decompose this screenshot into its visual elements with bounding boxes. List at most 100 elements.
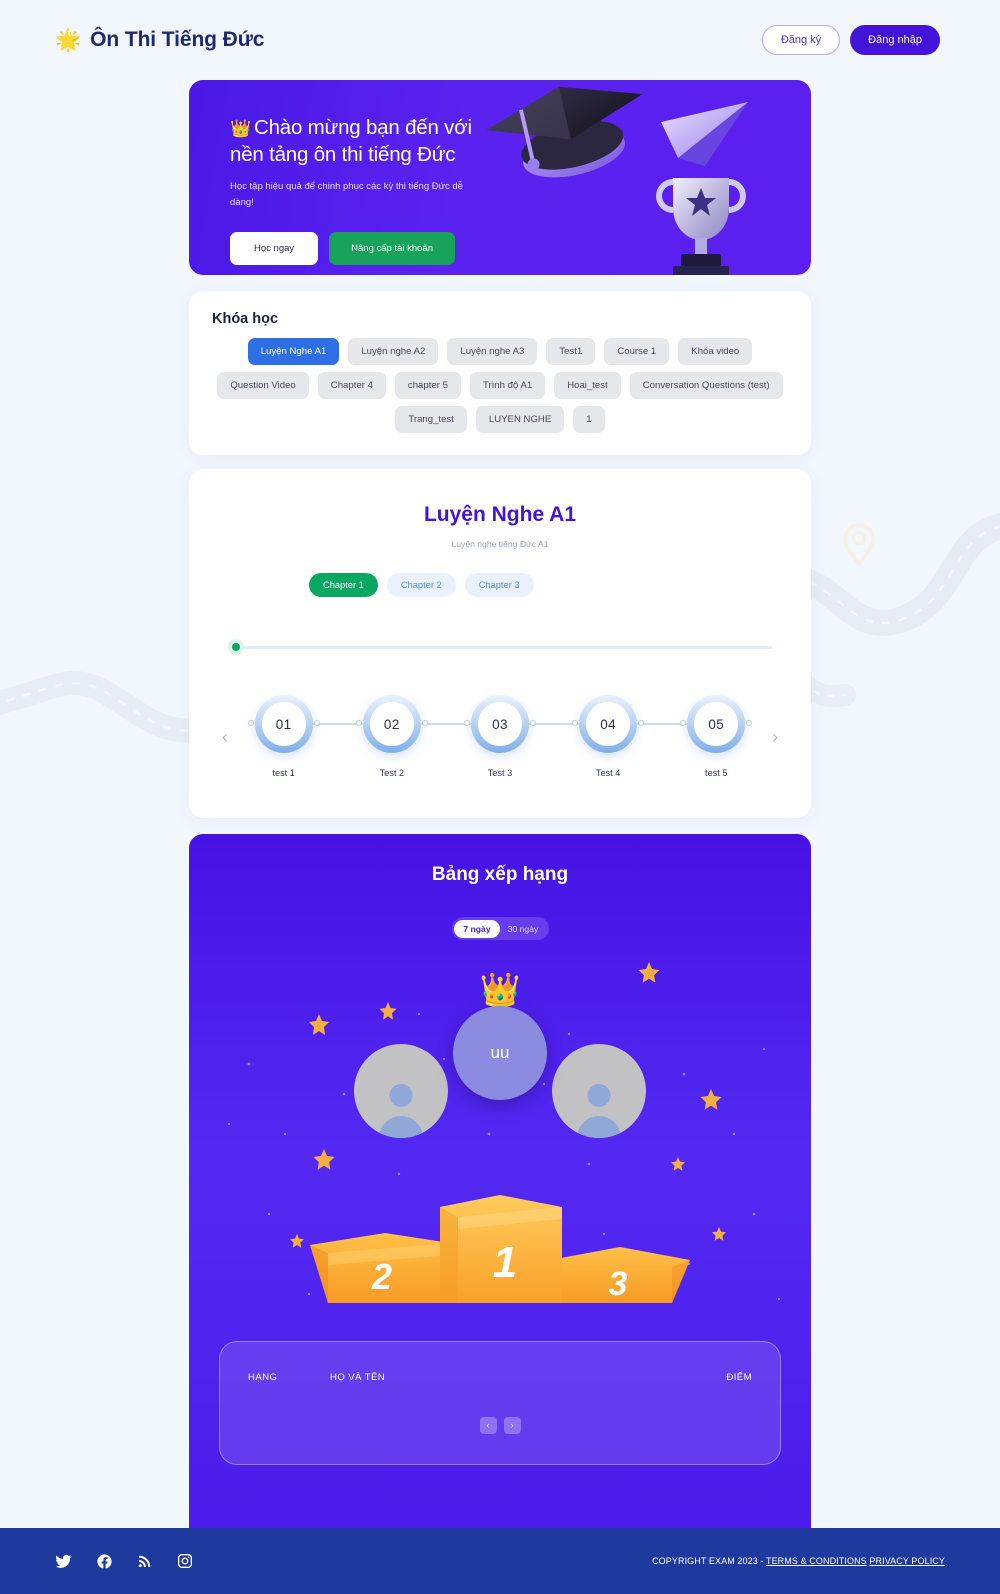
connector-dot — [680, 720, 687, 726]
test-item[interactable]: 01 test 1 — [232, 695, 388, 778]
connector-dot — [746, 720, 753, 726]
course-chip[interactable]: Course 1 — [604, 338, 670, 365]
course-chip[interactable]: Test1 — [546, 338, 596, 365]
chapter-tab[interactable]: Chapter 1 — [309, 573, 378, 597]
chevron-left-icon[interactable]: ‹ — [218, 727, 232, 747]
avatar-third-place[interactable] — [552, 1044, 646, 1138]
time-range-toggle[interactable]: 7 ngày 30 ngày — [451, 917, 549, 940]
leaderboard-section: Bảng xếp hạng 7 ngày 30 ngày 👑 uu 2 3 1 … — [189, 834, 811, 1542]
course-chip[interactable]: Trình độ A1 — [469, 372, 546, 399]
podium-blocks: 2 3 1 — [189, 1185, 811, 1305]
courses-card: Khóa học Luyện Nghe A1 Luyện nghe A2 Luyện… — [189, 291, 811, 455]
hero-title-line2: nền tảng ôn thi tiếng Đức — [230, 143, 456, 167]
connector-dot — [421, 720, 428, 726]
podium-avatars: 👑 uu — [189, 973, 811, 1173]
course-chip[interactable]: Luyện nghe A3 — [447, 338, 538, 365]
progress-handle[interactable] — [228, 639, 244, 655]
course-chip[interactable]: chapter 5 — [394, 372, 461, 399]
hero-title: 👑 Chào mừng bạn đến với nền tảng ôn thi t… — [230, 114, 519, 168]
study-now-button[interactable]: Học ngay — [230, 232, 319, 266]
test-number-badge[interactable]: 04 — [579, 695, 637, 753]
map-pin-icon — [843, 523, 875, 565]
course-detail-title: Luyện Nghe A1 — [423, 503, 577, 526]
twitter-icon[interactable] — [55, 1553, 72, 1570]
test-item[interactable]: 02 Test 2 — [340, 695, 496, 778]
test-label: test 5 — [705, 768, 728, 778]
paper-plane — [661, 102, 748, 166]
pagination-prev-button[interactable]: ‹ — [479, 1417, 497, 1434]
connector-dot — [355, 720, 362, 726]
crown-icon: 👑 — [479, 971, 521, 1008]
course-chip[interactable]: Luyện nghe A2 — [348, 338, 439, 365]
privacy-link[interactable]: PRIVACY POLICY — [869, 1556, 945, 1566]
course-chip[interactable]: Conversation Questions (test) — [629, 372, 783, 399]
trophy — [656, 178, 746, 275]
progress-track — [238, 646, 772, 649]
tests-carousel: ‹ 01 test 1 02 Test 2 03 Test 3 04 Test 4 05 test… — [214, 695, 786, 778]
connector-dot — [572, 720, 579, 726]
test-number-badge[interactable]: 03 — [471, 695, 529, 753]
person-placeholder-icon — [373, 1082, 429, 1138]
course-chip[interactable]: Khóa video — [678, 338, 753, 365]
leaderboard-content: Bảng xếp hạng 7 ngày 30 ngày 👑 uu 2 3 1 … — [189, 834, 811, 1465]
test-number-badge[interactable]: 02 — [363, 695, 421, 753]
course-chip[interactable]: Question Video — [217, 372, 309, 399]
hero-content: 👑 Chào mừng bạn đến với nền tảng ôn thi t… — [189, 80, 519, 266]
chevron-right-icon[interactable]: › — [768, 727, 782, 747]
course-chip[interactable]: Hoai_test — [554, 372, 621, 399]
star-badge-icon: 🌟 — [55, 28, 82, 52]
hero-illustration — [486, 86, 748, 275]
avatar-first-place[interactable]: uu — [453, 1006, 547, 1100]
footer-copyright: COPYRIGHT EXAM 2023 - TERMS & CONDITIONS… — [652, 1556, 945, 1566]
instagram-icon[interactable] — [177, 1553, 193, 1569]
register-button[interactable]: Đăng ký — [761, 25, 841, 55]
column-header-name: HỌ VÀ TÊN — [330, 1372, 386, 1383]
progress-bar[interactable] — [228, 639, 772, 655]
page-root: 🌟 Ôn Thi Tiếng Đức Đăng ký Đăng nhập 👑 C… — [0, 0, 1000, 1594]
test-label: Test 3 — [487, 768, 513, 778]
test-number-badge[interactable]: 01 — [255, 695, 313, 753]
hero-title-line1: Chào mừng bạn đến với — [253, 116, 472, 139]
test-number-badge[interactable]: 05 — [687, 695, 745, 753]
site-footer: COPYRIGHT EXAM 2023 - TERMS & CONDITIONS… — [0, 1528, 1000, 1594]
course-chip[interactable]: Luyện Nghe A1 — [247, 338, 340, 365]
course-chip[interactable]: LUYEN NGHE — [475, 406, 565, 433]
pagination-next-button[interactable]: › — [503, 1417, 521, 1434]
login-button[interactable]: Đăng nhập — [850, 25, 940, 55]
course-detail-subtitle: Luyện nghe tiếng Đức A1 — [451, 539, 549, 549]
svg-text:1: 1 — [493, 1238, 517, 1287]
copyright-text: COPYRIGHT EXAM 2023 - — [652, 1556, 764, 1566]
connector-dot — [529, 720, 536, 726]
svg-text:2: 2 — [371, 1256, 392, 1297]
main-container: 👑 Chào mừng bạn đến với nền tảng ôn thi t… — [189, 80, 811, 1542]
leaderboard-title: Bảng xếp hạng — [431, 864, 569, 885]
header-actions: Đăng ký Đăng nhập — [761, 25, 940, 55]
column-header-score: ĐIỂM — [726, 1372, 752, 1383]
connector-dot — [313, 720, 320, 726]
hero-subtitle: Học tập hiệu quả để chinh phục các kỳ th… — [230, 181, 463, 208]
course-chip[interactable]: Trang_test — [395, 406, 467, 433]
brand-logo-group[interactable]: 🌟 Ôn Thi Tiếng Đức — [55, 28, 264, 52]
rss-icon[interactable] — [137, 1553, 153, 1569]
time-range-option[interactable]: 30 ngày — [500, 920, 546, 938]
avatar-second-place[interactable] — [354, 1044, 448, 1138]
brand-title: Ôn Thi Tiếng Đức — [90, 28, 265, 51]
social-links — [55, 1553, 193, 1570]
test-item[interactable]: 04 Test 4 — [556, 695, 713, 778]
facebook-icon[interactable] — [96, 1553, 113, 1570]
time-range-option[interactable]: 7 ngày — [454, 919, 500, 938]
chapter-tab[interactable]: Chapter 2 — [386, 573, 456, 597]
connector-dot — [247, 720, 254, 726]
test-label: test 1 — [272, 768, 295, 778]
chapter-tab[interactable]: Chapter 3 — [464, 573, 534, 597]
upgrade-account-button[interactable]: Nâng cấp tài khoản — [329, 232, 456, 266]
test-item[interactable]: 03 Test 3 — [448, 695, 604, 778]
course-chip[interactable]: 1 — [573, 406, 605, 433]
column-header-rank: HẠNG — [248, 1372, 278, 1383]
course-detail-card: Luyện Nghe A1 Luyện nghe tiếng Đức A1 Ch… — [189, 469, 811, 818]
test-item[interactable]: 05 test 5 — [664, 695, 768, 778]
hero-buttons: Học ngay Nâng cấp tài khoản — [230, 232, 519, 266]
terms-link[interactable]: TERMS & CONDITIONS — [766, 1556, 867, 1566]
person-placeholder-icon — [571, 1082, 627, 1138]
course-chip[interactable]: Chapter 4 — [317, 372, 386, 399]
